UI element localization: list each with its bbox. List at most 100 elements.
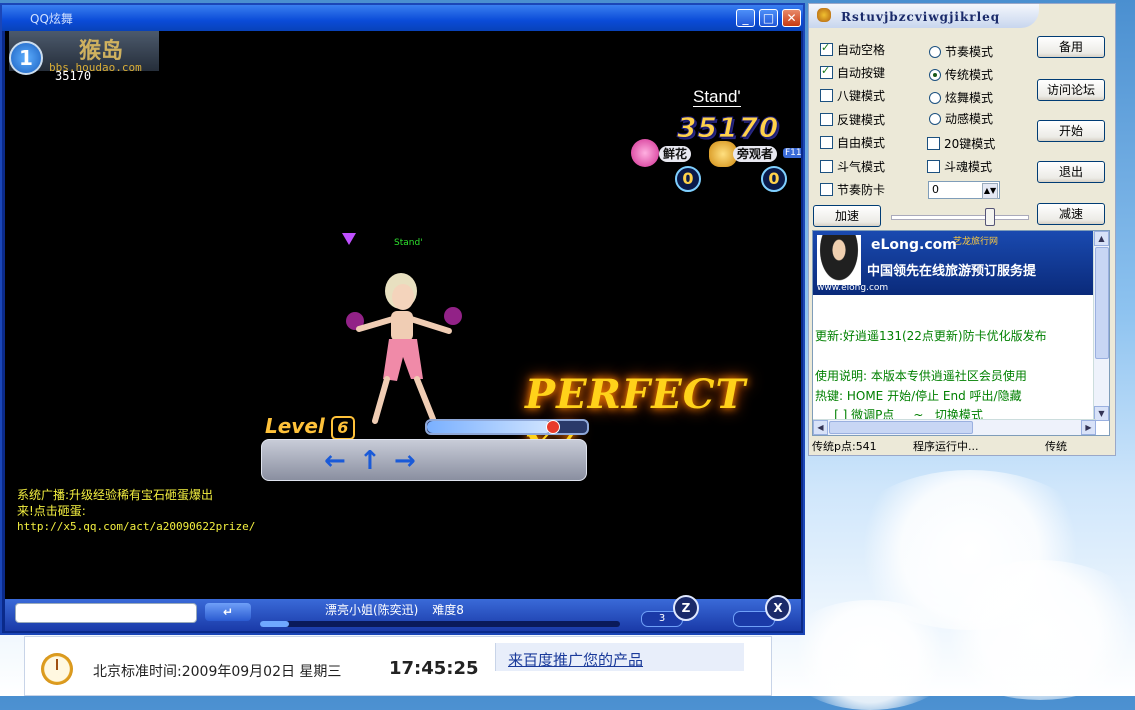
rhythm-anti-lag-checkbox[interactable]: 节奏防卡 [820,181,885,198]
broadcast-link[interactable]: http://x5.qq.com/act/a20090622prize/ [17,519,262,535]
traditional-mode-radio[interactable]: 传统模式 [929,66,993,83]
radio-label: 传统模式 [945,68,994,82]
radio-label: 动感模式 [945,112,994,126]
twenty-key-checkbox[interactable]: 20键模式 [927,135,995,152]
dance-mode-radio[interactable]: 炫舞模式 [929,89,993,106]
rhythm-mode-radio[interactable]: 节奏模式 [929,43,993,60]
helper-status-bar: 传统p点:541 程序运行中... 传统 [809,436,1115,454]
checkbox-box[interactable] [820,89,833,102]
ad-brand-subtitle: 艺龙旅行网 [953,237,999,247]
speed-slider-thumb[interactable] [984,208,995,226]
vertical-scrollbar[interactable]: ▲ ▼ [1093,231,1109,421]
game-stage[interactable]: 猴岛 bbs.houdao.com 1 35170 Stand' 35170 鲜… [5,31,801,631]
z-key-button[interactable]: Z [673,595,699,621]
checkbox-box[interactable] [820,183,833,196]
news-browser[interactable]: 艺龙旅行网 eLong.com 中国领先在线旅游预订服务提 www.elong.… [812,230,1110,436]
maximize-button[interactable]: □ [759,9,778,27]
status-points: 传统p点:541 [812,440,877,453]
checkbox-label: 节奏防卡 [837,183,886,197]
arrow-sequence-panel: ← ↑ → [261,439,587,481]
checkbox-label: 自动按键 [837,66,886,80]
spinner-value: 0 [932,183,939,196]
dynamic-mode-radio[interactable]: 动感模式 [929,110,993,127]
exit-button[interactable]: 退出 [1037,161,1105,183]
reverse-key-checkbox[interactable]: 反键模式 [820,111,885,128]
minimize-button[interactable]: _ [736,9,755,27]
checkbox-box[interactable] [927,160,940,173]
radio-dot[interactable] [929,92,941,104]
checkbox-box[interactable] [820,113,833,126]
song-progress-fill [260,621,289,627]
desktop-cloud [930,560,1135,700]
eight-key-checkbox[interactable]: 八键模式 [820,87,885,104]
fight-mode-checkbox[interactable]: 斗气模式 [820,158,885,175]
news-update-link[interactable]: 更新:好逍遥131(22点更新)防卡优化版发布 [815,327,1047,344]
song-title: 漂亮小姐(陈奕迅) [325,603,419,617]
fight-soul-checkbox[interactable]: 斗魂模式 [927,158,992,175]
chat-input[interactable] [15,603,197,623]
spectator-label: 旁观者 [733,146,778,162]
flower-icon[interactable] [631,139,659,167]
desktop-cloud [780,600,960,710]
checkbox-box[interactable] [820,64,833,79]
speed-slider-track[interactable] [891,215,1029,220]
elong-ad-banner[interactable]: 艺龙旅行网 eLong.com 中国领先在线旅游预订服务提 www.elong.… [813,231,1095,295]
start-button[interactable]: 开始 [1037,120,1105,142]
offset-spinner[interactable]: 0 ▲▼ [928,181,1000,199]
horizontal-scroll-thumb[interactable] [829,421,973,434]
visit-forum-button[interactable]: 访问论坛 [1037,79,1105,101]
game-title-bar[interactable]: QQ炫舞 _ □ ✕ [2,5,803,31]
level-progress-bar [425,419,589,435]
status-running: 程序运行中... [913,440,979,453]
checkbox-box[interactable] [820,160,833,173]
broadcast-line: 来!点击砸蛋: [17,504,86,518]
ad-url: www.elong.com [817,283,889,293]
baidu-promo-link[interactable]: 来百度推广您的产品 [508,649,643,670]
slow-down-button[interactable]: 减速 [1037,203,1105,225]
x-key-button[interactable]: X [765,595,791,621]
spectator-hotkey: F11 [783,148,801,158]
status-mode: 传统 [1045,440,1067,453]
auto-key-checkbox[interactable]: 自动按键 [820,64,885,81]
auto-space-checkbox[interactable]: 自动空格 [820,41,885,58]
scroll-left-icon[interactable]: ◀ [813,420,828,435]
checkbox-box[interactable] [820,41,833,56]
spinner-arrows-icon[interactable]: ▲▼ [982,183,998,199]
checkbox-box[interactable] [820,136,833,149]
radio-dot[interactable] [929,69,941,81]
level-progress-fill [427,421,552,433]
helper-window: Rstuvjbzcviwgjikrleq 自动空格 自动按键 八键模式 反键模式… [808,3,1116,456]
song-difficulty: 难度8 [432,603,464,617]
scroll-down-icon[interactable]: ▼ [1094,406,1109,421]
checkbox-box[interactable] [927,137,940,150]
ad-brand: eLong.com [871,237,957,253]
radio-dot[interactable] [929,113,941,125]
helper-title-bar[interactable]: Rstuvjbzcviwgjikrleq [809,4,1039,28]
bottom-bar: ↵ 漂亮小姐(陈奕迅) 难度8 3 Z X [5,595,801,631]
system-broadcast: 系统广播:升级经验稀有宝石砸蛋爆出 来!点击砸蛋: http://x5.qq.c… [17,487,262,535]
backup-button[interactable]: 备用 [1037,36,1105,58]
speed-up-button[interactable]: 加速 [813,205,881,227]
radio-label: 炫舞模式 [945,91,994,105]
usage-note: 使用说明: 本版本专供逍遥社区会员使用 [815,369,1027,383]
free-mode-checkbox[interactable]: 自由模式 [820,134,885,151]
horizontal-scrollbar[interactable]: ◀ ▶ [813,419,1096,435]
level-value: 6 [330,416,355,440]
arrow-left-icon: ← [324,446,346,476]
radio-dot[interactable] [929,46,941,58]
scroll-up-icon[interactable]: ▲ [1094,231,1109,246]
level-progress-marker [545,420,560,434]
game-window: QQ炫舞 _ □ ✕ 猴岛 bbs.houdao.com 1 35170 Sta… [0,3,805,635]
scroll-right-icon[interactable]: ▶ [1081,420,1096,435]
close-button[interactable]: ✕ [782,9,801,27]
arrow-right-icon: → [394,446,416,476]
ad-person-image [817,235,861,285]
level-label: Level [265,414,325,438]
butterfly-icon [817,8,831,22]
song-info: 漂亮小姐(陈奕迅) 难度8 [325,601,464,618]
hotkey-note: 热键: HOME 开始/停止 End 呼出/隐藏 [815,389,1022,403]
send-chat-button[interactable]: ↵ [205,603,251,621]
arrow-up-icon: ↑ [359,446,381,476]
promo-box: 来百度推广您的产品 [495,643,744,671]
vertical-scroll-thumb[interactable] [1095,247,1109,359]
